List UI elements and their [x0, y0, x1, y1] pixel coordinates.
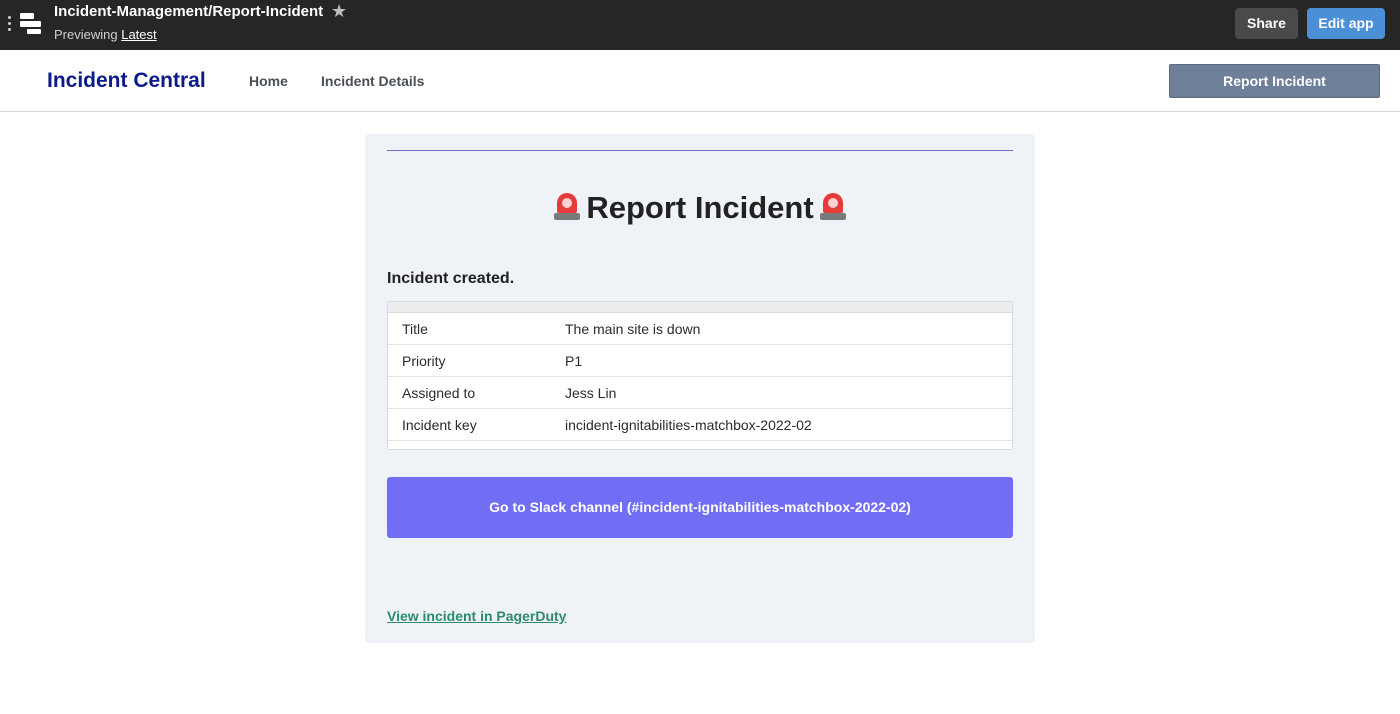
divider	[387, 150, 1013, 151]
page-title: Report Incident	[365, 190, 1035, 226]
row-key: Priority	[402, 353, 446, 369]
report-incident-card: Report Incident Incident created. Title …	[365, 134, 1035, 643]
incident-created-message: Incident created.	[387, 270, 515, 287]
preview-topbar: Incident-Management/Report-Incident ★ Pr…	[0, 0, 1400, 50]
table-row: Title The main site is down	[388, 313, 1012, 345]
app-path-title: Incident-Management/Report-Incident	[54, 3, 324, 20]
table-header	[388, 302, 1012, 313]
table-row: Incident key incident-ignitabilities-mat…	[388, 409, 1012, 441]
row-value: Jess Lin	[565, 385, 617, 401]
slack-channel-button[interactable]: Go to Slack channel (#incident-ignitabil…	[387, 477, 1013, 538]
row-value: incident-ignitabilities-matchbox-2022-02	[565, 417, 812, 433]
edit-app-button[interactable]: Edit app	[1307, 8, 1385, 39]
app-navbar: Incident Central Home Incident Details R…	[0, 50, 1400, 112]
app-logo-icon	[20, 13, 42, 35]
page-title-text: Report Incident	[586, 190, 814, 225]
brand-title[interactable]: Incident Central	[47, 69, 206, 93]
row-value: The main site is down	[565, 321, 701, 337]
row-value: P1	[565, 353, 583, 369]
row-key: Title	[402, 321, 428, 337]
table-row: Priority P1	[388, 345, 1012, 377]
preview-status: Previewing Latest	[54, 27, 157, 42]
previewing-label: Previewing	[54, 27, 118, 42]
share-button[interactable]: Share	[1235, 8, 1298, 39]
report-incident-button[interactable]: Report Incident	[1169, 64, 1380, 98]
row-key: Incident key	[402, 417, 477, 433]
siren-icon	[819, 191, 846, 221]
siren-icon	[554, 191, 581, 221]
row-key: Assigned to	[402, 385, 476, 401]
version-link[interactable]: Latest	[121, 27, 156, 42]
table-row: Assigned to Jess Lin	[388, 377, 1012, 409]
nav-link-home[interactable]: Home	[249, 73, 288, 89]
kebab-menu-icon[interactable]	[8, 16, 14, 34]
nav-link-incident-details[interactable]: Incident Details	[321, 73, 424, 89]
incident-summary-table: Title The main site is down Priority P1 …	[387, 301, 1013, 450]
star-icon[interactable]: ★	[331, 1, 347, 22]
pagerduty-link[interactable]: View incident in PagerDuty	[387, 608, 566, 624]
